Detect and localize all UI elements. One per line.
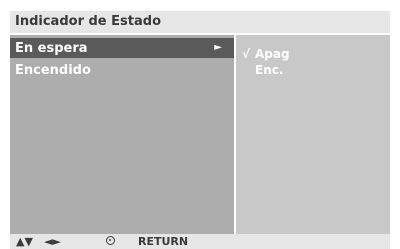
footer-hint-bar: ▲▼ ◄► RETURN (10, 234, 390, 249)
left-right-arrows-icon: ◄► (44, 235, 61, 248)
menu-item-label: En espera (15, 41, 88, 56)
status-indicator-menu: Indicador de Estado En espera ► Encendid… (0, 0, 400, 249)
option-on[interactable]: Enc. (242, 63, 283, 77)
submenu-arrow-icon: ► (214, 42, 222, 53)
option-label: Apag (255, 47, 290, 61)
menu-title: Indicador de Estado (15, 14, 161, 29)
menu-item-on[interactable]: Encendido (10, 60, 234, 80)
return-label: RETURN (138, 235, 189, 248)
options-panel: √ Apag Enc. (236, 35, 390, 234)
ok-button-icon (106, 236, 115, 245)
title-bar: Indicador de Estado (10, 11, 390, 33)
menu-list: En espera ► Encendido (10, 35, 234, 234)
up-down-arrows-icon: ▲▼ (16, 235, 33, 248)
check-icon: √ (242, 47, 251, 61)
menu-item-label: Encendido (15, 63, 91, 78)
option-label: Enc. (255, 63, 284, 77)
option-off[interactable]: √ Apag (242, 47, 290, 61)
menu-item-standby[interactable]: En espera ► (10, 38, 234, 58)
